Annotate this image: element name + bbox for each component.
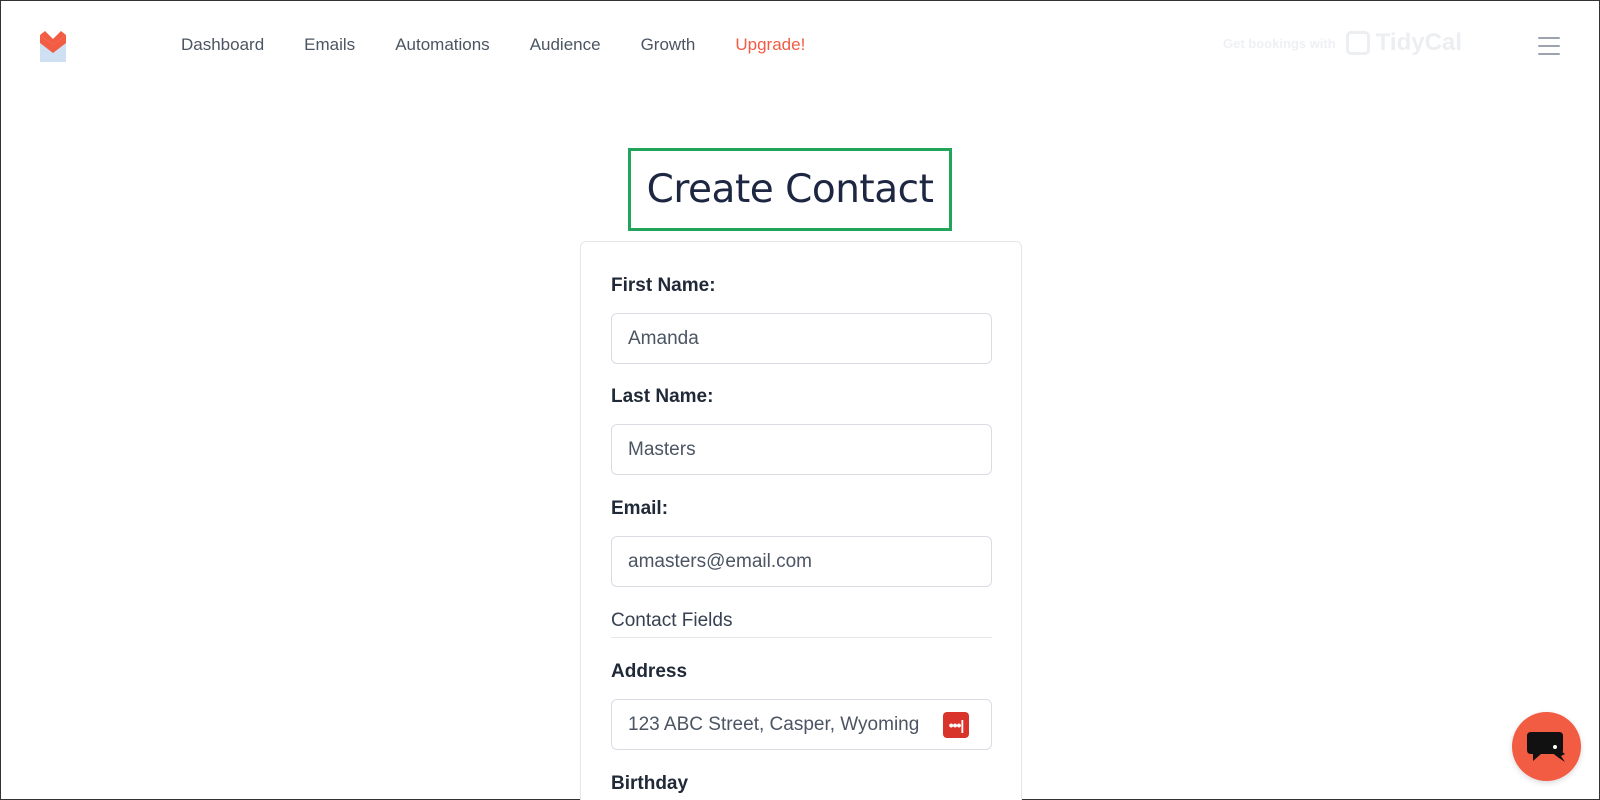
password-manager-icon[interactable]: •••| — [943, 712, 969, 738]
email-value: amasters@email.com — [628, 550, 812, 572]
create-contact-form: First Name: Amanda Last Name: Masters Em… — [580, 241, 1022, 800]
contact-fields-heading: Contact Fields — [611, 610, 733, 631]
main-nav: Dashboard Emails Automations Audience Gr… — [181, 35, 805, 55]
chat-widget-button[interactable] — [1512, 712, 1581, 781]
nav-growth[interactable]: Growth — [641, 35, 696, 55]
promo-text: Get bookings with — [1223, 35, 1336, 51]
address-value: 123 ABC Street, Casper, Wyoming — [628, 713, 920, 735]
first-name-input[interactable]: Amanda — [611, 313, 992, 364]
nav-automations[interactable]: Automations — [395, 35, 490, 55]
nav-dashboard[interactable]: Dashboard — [181, 35, 264, 55]
nav-audience[interactable]: Audience — [530, 35, 601, 55]
page-title-box: Create Contact — [628, 148, 952, 231]
address-label: Address — [611, 661, 688, 682]
logo-icon[interactable] — [39, 31, 67, 63]
email-input[interactable]: amasters@email.com — [611, 536, 992, 587]
birthday-label: Birthday — [611, 773, 689, 794]
hamburger-menu-icon[interactable] — [1538, 37, 1560, 55]
first-name-label: First Name: — [611, 275, 716, 296]
last-name-label: Last Name: — [611, 386, 714, 407]
tidycal-promo[interactable]: Get bookings with TidyCal — [1223, 29, 1462, 57]
chat-icon — [1526, 731, 1565, 762]
nav-upgrade[interactable]: Upgrade! — [735, 35, 805, 55]
calendar-icon — [1345, 31, 1370, 55]
first-name-value: Amanda — [628, 327, 699, 349]
last-name-value: Masters — [628, 438, 696, 460]
page-title: Create Contact — [646, 167, 934, 212]
nav-emails[interactable]: Emails — [304, 35, 355, 55]
last-name-input[interactable]: Masters — [611, 424, 992, 475]
top-navbar: Dashboard Emails Automations Audience Gr… — [1, 1, 1599, 91]
section-divider — [611, 637, 992, 638]
address-input[interactable]: 123 ABC Street, Casper, Wyoming •••| — [611, 699, 992, 750]
promo-brand-name: TidyCal — [1375, 29, 1462, 56]
email-label: Email: — [611, 498, 669, 519]
promo-brand: TidyCal — [1345, 29, 1462, 57]
